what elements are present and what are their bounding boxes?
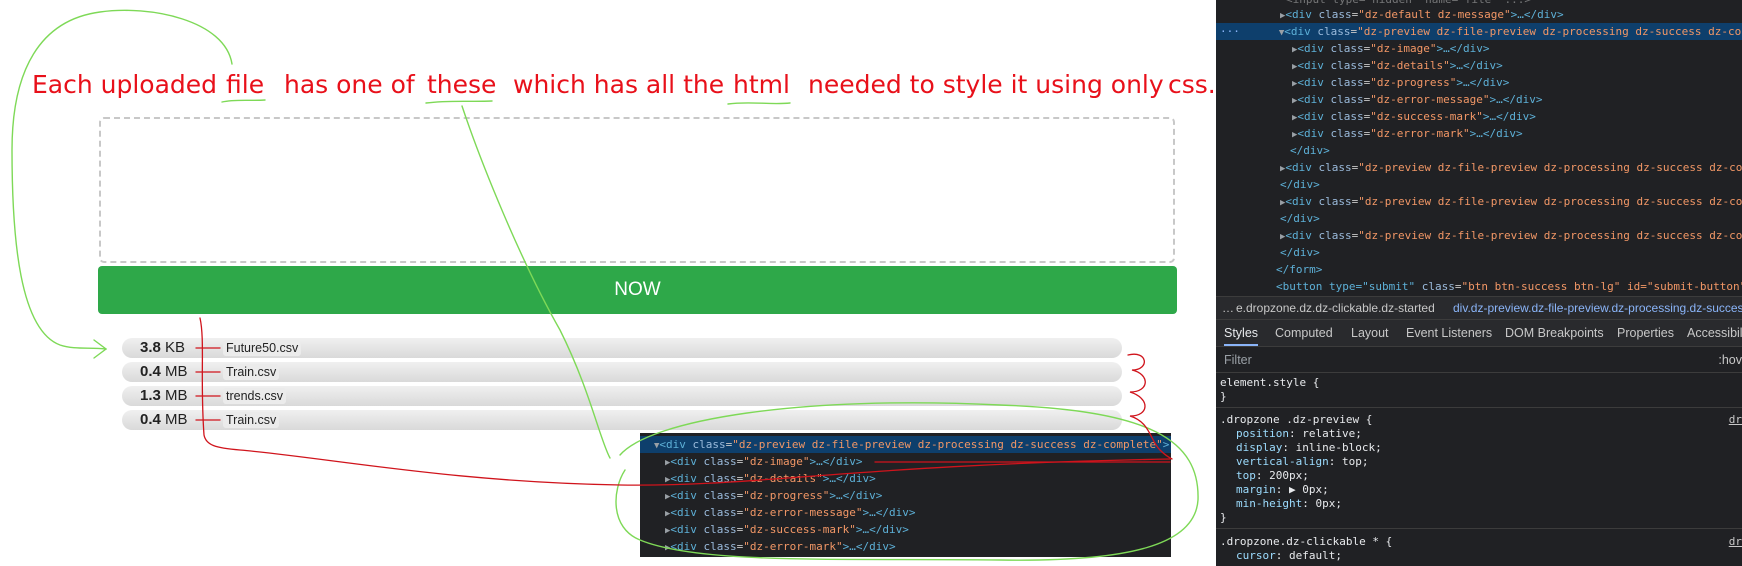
rule-divider (1216, 528, 1742, 529)
file-name: Future50.csv (223, 340, 302, 356)
snippet-node-line[interactable]: ▶<div class="dz-success-mark">…</div> (640, 521, 1171, 538)
hover-state-toggle[interactable]: :hov (1718, 348, 1742, 372)
headline-word-3: has one of (284, 70, 415, 99)
devtools-panel: <input type="hidden" name="file" ...> ▶<… (1216, 0, 1742, 566)
dom-close-line[interactable]: </form> (1216, 261, 1742, 278)
rule-source-link[interactable]: dr (1729, 535, 1742, 549)
file-size: 0.4 MB (140, 411, 188, 428)
snippet-node-line[interactable]: ▶<div class="dz-error-message">…</div> (640, 504, 1171, 521)
rule-divider (1216, 407, 1742, 408)
selected-node-marker[interactable]: ··· (1220, 25, 1240, 38)
styles-filter-row: :hov (1216, 348, 1742, 373)
dom-node-line[interactable]: ▶<div class="dz-preview dz-file-preview … (1216, 227, 1742, 244)
tab-event-listeners[interactable]: Event Listeners (1406, 320, 1492, 346)
tab-accessibility[interactable]: Accessibili (1687, 320, 1742, 346)
annotation-green-underline-html (727, 102, 791, 105)
dropzone-area[interactable] (99, 117, 1175, 263)
file-preview-row: 0.4 MB Train.csv (122, 362, 1122, 382)
tab-styles[interactable]: Styles (1224, 320, 1259, 346)
snippet-node-line[interactable]: ▶<div class="dz-details">…</div> (640, 470, 1171, 487)
file-size: 0.4 MB (140, 363, 188, 380)
file-size: 3.8 KB (140, 339, 186, 356)
snippet-node-line[interactable]: ▶<div class="dz-progress">…</div> (640, 487, 1171, 504)
file-name: Train.csv (223, 364, 280, 380)
now-submit-button[interactable]: NOW (98, 266, 1177, 314)
breadcrumb-active[interactable]: div.dz-preview.dz-file-preview.dz-proces… (1453, 297, 1742, 319)
tab-dom-breakpoints[interactable]: DOM Breakpoints (1505, 320, 1604, 346)
dom-node-line[interactable]: ▶<div class="dz-error-message">…</div> (1216, 91, 1742, 108)
css-rule-close: } (1220, 390, 1227, 403)
dom-node-line[interactable]: ▶<div class="dz-preview dz-file-preview … (1216, 159, 1742, 176)
css-rule-selector: .dropzone .dz-preview {dr (1220, 413, 1742, 427)
headline-word-5: which has all the (513, 70, 725, 99)
headline-word-6: html (733, 70, 790, 99)
file-size: 1.3 MB (140, 387, 188, 404)
css-rule-close: } (1220, 511, 1227, 524)
dom-node-line[interactable]: ▶<div class="dz-success-mark">…</div> (1216, 108, 1742, 125)
headline-word-2: file (226, 70, 265, 99)
headline-word-8: css. (1168, 70, 1216, 99)
css-rule-selector: .dropzone.dz-clickable * {dr (1220, 535, 1742, 549)
tab-properties[interactable]: Properties (1617, 320, 1674, 346)
dom-node-line[interactable]: ▶<div class="dz-progress">…</div> (1216, 74, 1742, 91)
annotation-green-underline-file (221, 99, 266, 103)
snippet-node-line[interactable]: ▶<div class="dz-error-mark">…</div> (640, 538, 1171, 555)
file-preview-row: 1.3 MB trends.csv (122, 386, 1122, 406)
css-property[interactable]: display: inline-block; (1216, 441, 1742, 455)
dom-close-line[interactable]: </div> (1216, 244, 1742, 261)
tab-computed[interactable]: Computed (1275, 320, 1333, 346)
dom-node-line[interactable]: ▶<div class="dz-image">…</div> (1216, 40, 1742, 57)
elements-snippet: ▼<div class="dz-preview dz-file-preview … (640, 433, 1171, 557)
file-name: Train.csv (223, 412, 280, 428)
headline-word-7: needed to style it using only (808, 70, 1164, 99)
css-property[interactable]: top: 200px; (1216, 469, 1742, 483)
css-rule-selector: element.style { (1220, 376, 1320, 389)
css-property[interactable]: min-height: 0px; (1216, 497, 1742, 511)
css-property[interactable]: position: relative; (1216, 427, 1742, 441)
elements-breadcrumb: … e.dropzone.dz.dz-clickable.dz-started … (1216, 296, 1742, 320)
file-preview-row: 3.8 KB Future50.csv (122, 338, 1122, 358)
css-property[interactable]: cursor: default; (1216, 549, 1742, 563)
dom-close-line[interactable]: </div> (1216, 176, 1742, 193)
annotation-green-arrowhead (93, 339, 108, 359)
dom-node-line[interactable]: ▶<div class="dz-error-mark">…</div> (1216, 125, 1742, 142)
styles-filter-input[interactable] (1220, 351, 1428, 369)
dom-close-line[interactable]: </div> (1216, 210, 1742, 227)
snippet-node-line[interactable]: ▶<div class="dz-image">…</div> (640, 453, 1171, 470)
dom-node-line[interactable]: <button type="submit" class="btn btn-suc… (1216, 278, 1742, 295)
snippet-node-line[interactable]: ▼<div class="dz-preview dz-file-preview … (640, 436, 1171, 453)
tab-layout[interactable]: Layout (1351, 320, 1389, 346)
css-property[interactable]: vertical-align: top; (1216, 455, 1742, 469)
styles-tab-bar: Styles Computed Layout Event Listeners D… (1216, 320, 1742, 347)
page-stage: Each uploaded file has one of these whic… (0, 0, 1742, 566)
annotation-green-underline-these (425, 100, 493, 104)
file-name: trends.csv (223, 388, 286, 404)
breadcrumb-parent[interactable]: e.dropzone.dz.dz-clickable.dz-started (1236, 297, 1435, 319)
rule-source-link[interactable]: dr (1729, 413, 1742, 427)
dom-node-line-selected[interactable]: ··· ▼<div class="dz-preview dz-file-previ… (1216, 23, 1742, 40)
headline-word-1: Each uploaded (32, 70, 218, 99)
css-property[interactable]: margin: ▶ 0px; (1216, 483, 1742, 497)
headline-word-4: these (427, 70, 497, 99)
dom-node-line[interactable]: ▶<div class="dz-preview dz-file-preview … (1216, 193, 1742, 210)
dom-close-line[interactable]: </div> (1216, 142, 1742, 159)
file-preview-row: 0.4 MB Train.csv (122, 410, 1122, 430)
dom-node-line[interactable]: ▶<div class="dz-details">…</div> (1216, 57, 1742, 74)
breadcrumb-ellipsis[interactable]: … (1222, 297, 1234, 319)
dom-node-line[interactable]: ▶<div class="dz-default dz-message">…</d… (1216, 6, 1742, 23)
